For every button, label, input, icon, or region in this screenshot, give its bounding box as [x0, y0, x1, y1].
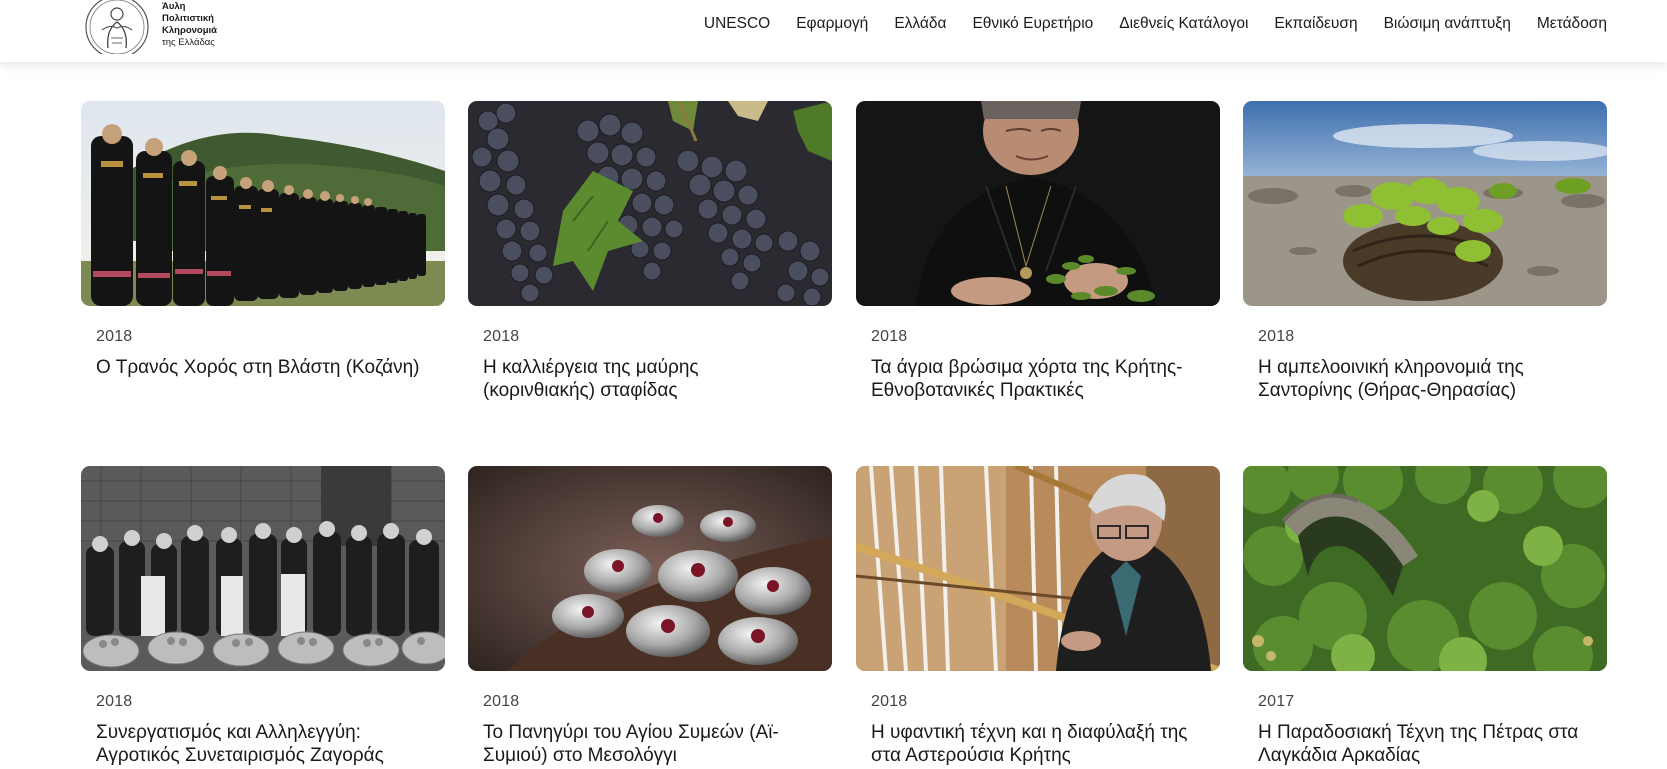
nav-item-application[interactable]: Εφαρμογή — [796, 14, 868, 34]
element-card[interactable]: 2018 Η αμπελοοινική κληρονομιά της Σαντο… — [1243, 101, 1607, 402]
nav-item-national-inventory[interactable]: Εθνικό Ευρετήριο — [972, 14, 1093, 34]
card-title[interactable]: Τα άγρια βρώσιμα χόρτα της Κρήτης- Εθνοβ… — [871, 356, 1201, 402]
element-card[interactable]: 2018 Συνεργατισμός και Αλληλεγγύη: Αγροτ… — [81, 466, 445, 769]
main-nav: UNESCO Εφαρμογή Ελλάδα Εθνικό Ευρετήριο … — [678, 14, 1607, 34]
nav-item-greece[interactable]: Ελλάδα — [894, 14, 946, 34]
nav-item-transmission[interactable]: Μετάδοση — [1537, 14, 1607, 34]
card-image-dancers[interactable] — [81, 101, 445, 306]
card-image-weaving[interactable] — [856, 466, 1220, 671]
nav-item-international-lists[interactable]: Διεθνείς Κατάλογοι — [1119, 14, 1248, 34]
card-grid: 2018 Ο Τρανός Χορός στη Βλάστη (Κοζάνη) — [0, 0, 1667, 769]
card-title[interactable]: Η Παραδοσιακή Τέχνη της Πέτρας στα Λαγκά… — [1258, 721, 1588, 767]
nav-item-sustainable-development[interactable]: Βιώσιμη ανάπτυξη — [1384, 14, 1511, 34]
card-year: 2018 — [871, 693, 908, 710]
card-year: 2018 — [483, 328, 520, 345]
card-image-grapes[interactable] — [468, 101, 832, 306]
card-year: 2018 — [871, 328, 908, 345]
element-card[interactable]: 2017 Η Παραδοσιακή Τέχνη της Πέτρας στα … — [1243, 466, 1607, 767]
element-card[interactable]: 2018 Ο Τρανός Χορός στη Βλάστη (Κοζάνη) — [81, 101, 445, 379]
card-year: 2018 — [1258, 328, 1295, 345]
nav-item-education[interactable]: Εκπαίδευση — [1274, 14, 1357, 34]
card-title[interactable]: Συνεργατισμός και Αλληλεγγύη: Αγροτικός … — [96, 721, 426, 769]
element-card[interactable]: 2018 Η υφαντική τέχνη και η διαφύλαξή τη… — [856, 466, 1220, 767]
card-year: 2018 — [483, 693, 520, 710]
card-image-stone-bridge[interactable] — [1243, 466, 1607, 671]
card-title[interactable]: Το Πανηγύρι του Αγίου Συμεών (Αϊ-Συμιού)… — [483, 721, 813, 767]
element-card[interactable]: 2018 Η καλλιέργεια της μαύρης (κορινθιακ… — [468, 101, 832, 402]
logo-line: Κληρονομιά — [162, 25, 218, 36]
card-image-santorini-vine[interactable] — [1243, 101, 1607, 306]
card-title[interactable]: Η αμπελοοινική κληρονομιά της Σαντορίνης… — [1258, 356, 1588, 402]
logo-line: της Ελλάδας — [162, 37, 215, 48]
logo-line: Πολιτιστική — [162, 13, 214, 24]
card-title[interactable]: Η υφαντική τέχνη και η διαφύλαξή της στα… — [871, 721, 1201, 767]
element-card[interactable]: 2018 Τα άγρια βρώσιμα χόρτα της Κρήτης- … — [856, 101, 1220, 402]
card-title[interactable]: Η καλλιέργεια της μαύρης (κορινθιακής) σ… — [483, 356, 813, 402]
card-year: 2018 — [96, 693, 133, 710]
card-image-silver-ornament[interactable] — [468, 466, 832, 671]
logo-line: Άυλη — [162, 1, 186, 12]
card-image-wild-greens[interactable] — [856, 101, 1220, 306]
logo-text: Άυλη Πολιτιστική Κληρονομιά της Ελλάδας — [162, 1, 217, 49]
card-title[interactable]: Ο Τρανός Χορός στη Βλάστη (Κοζάνη) — [96, 356, 426, 379]
site-logo[interactable]: Άυλη Πολιτιστική Κληρονομιά της Ελλάδας — [84, 0, 234, 56]
site-header: Άυλη Πολιτιστική Κληρονομιά της Ελλάδας … — [0, 0, 1667, 62]
nav-item-unesco[interactable]: UNESCO — [704, 14, 770, 34]
element-card[interactable]: 2018 Το Πανηγύρι του Αγίου Συμεών (Αϊ-Συ… — [468, 466, 832, 767]
card-year: 2018 — [96, 328, 133, 345]
card-image-cooperative[interactable] — [81, 466, 445, 671]
logo-emblem-icon — [85, 0, 149, 54]
card-year: 2017 — [1258, 693, 1295, 710]
